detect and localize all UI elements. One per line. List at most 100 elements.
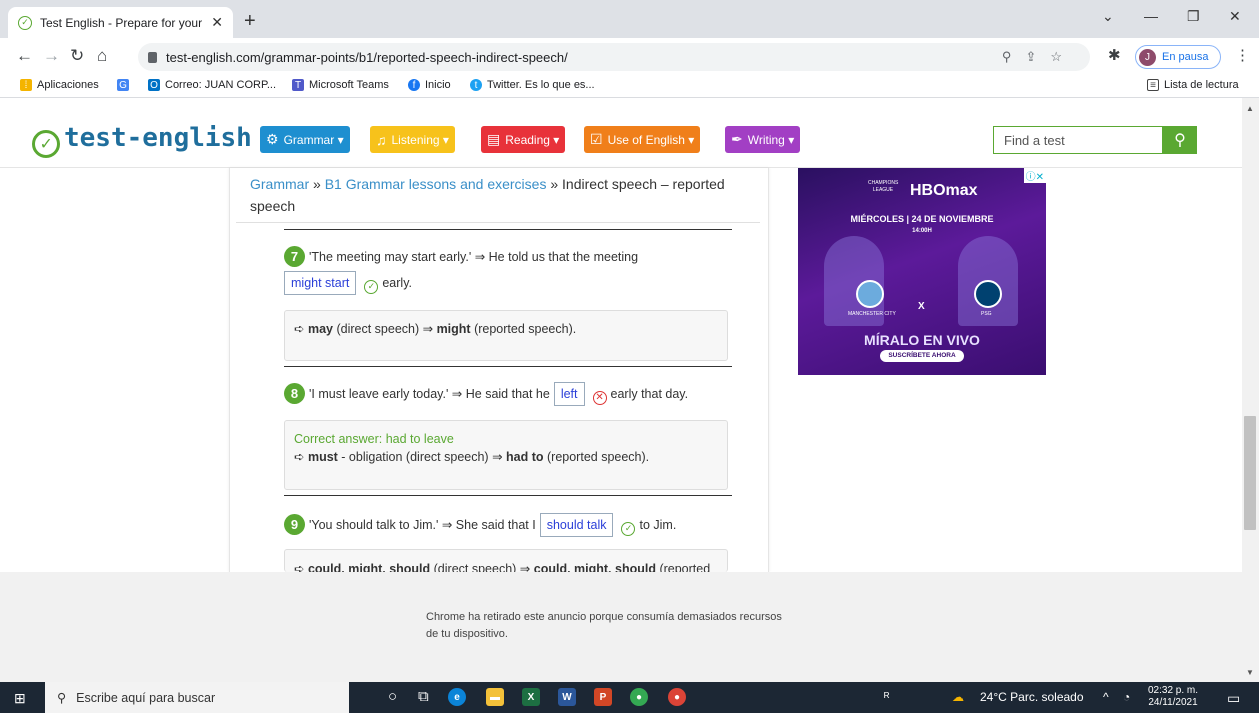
minimize-icon[interactable]: — [1144, 8, 1158, 24]
question-8: 8 'I must leave early today.' ⇒ He said t… [284, 381, 729, 407]
profile-button[interactable]: J En pausa [1135, 45, 1221, 69]
tab-close-icon[interactable]: ✕ [211, 14, 223, 31]
bookmark-apps[interactable]: ⁞ Aplicaciones [20, 79, 99, 91]
checkbox-icon: ☑ [590, 131, 603, 147]
question-text: 'I must leave early today.' ⇒ He said th… [309, 387, 550, 401]
scroll-down-icon[interactable]: ▼ [1246, 668, 1254, 677]
powerpoint-icon[interactable]: P [594, 688, 612, 706]
bookmark-outlook[interactable]: O Correo: JUAN CORP... [148, 79, 276, 91]
home-icon[interactable]: ⌂ [97, 46, 107, 66]
browser-tab[interactable]: ✓ Test English - Prepare for your En ✕ [8, 7, 233, 38]
gear-icon: ⚙ [266, 131, 279, 147]
breadcrumb-b1[interactable]: B1 Grammar lessons and exercises [325, 176, 547, 192]
menu-label: Grammar [283, 132, 335, 147]
search-input[interactable]: Find a test [993, 126, 1163, 154]
versus: X [918, 301, 925, 312]
question-text: 'The meeting may start early.' ⇒ He told… [309, 250, 639, 264]
bookmark-star-icon[interactable]: ☆ [1050, 49, 1076, 64]
menu-use-of-english[interactable]: ☑ Use of English ▾ [584, 126, 701, 153]
site-favicon-icon: ✓ [18, 15, 32, 30]
task-view-icon[interactable]: ⧉ [418, 688, 429, 705]
menu-grammar[interactable]: ⚙ Grammar ▾ [260, 126, 350, 153]
menu-reading[interactable]: ▤ Reading ▾ [481, 126, 566, 153]
answer-field[interactable]: might start [284, 271, 357, 295]
champions-league-logo: CHAMPIONS LEAGUE [868, 180, 899, 193]
ad-date: MIÉRCOLES | 24 DE NOVIEMBRE 14:00H [798, 214, 1046, 234]
reading-list-icon: ≡ [1147, 79, 1159, 91]
site-logo[interactable]: ✓ test-english [32, 123, 252, 158]
avatar: J [1139, 48, 1156, 66]
bookmark-teams[interactable]: T Microsoft Teams [292, 79, 389, 91]
windows-start-icon[interactable]: ⊞ [14, 690, 26, 707]
word-icon[interactable]: W [558, 688, 576, 706]
answer-field[interactable]: should talk [539, 513, 614, 537]
bookmark-google[interactable]: G [117, 79, 134, 91]
taskbar-search[interactable]: ⚲ Escribe aquí para buscar [45, 682, 349, 713]
menu-label: Reading [505, 132, 550, 147]
removed-ad-notice: Chrome ha retirado este anuncio porque c… [426, 611, 782, 640]
tab-title: Test English - Prepare for your En [40, 15, 206, 30]
zoom-icon[interactable]: ⚲ [1002, 49, 1026, 64]
edge-icon[interactable]: e [448, 688, 466, 706]
reload-icon[interactable]: ↻ [70, 46, 84, 66]
outlook-icon: O [148, 79, 160, 91]
breadcrumb-sep: » [546, 176, 563, 192]
address-bar[interactable]: test-english.com/grammar-points/b1/repor… [138, 43, 1090, 71]
bookmark-facebook[interactable]: f Inicio [408, 79, 451, 91]
explanation-box: Correct answer: had to leave ➪ must - ob… [284, 420, 728, 490]
notifications-icon[interactable]: ▭ [1227, 690, 1240, 707]
maximize-icon[interactable]: ❐ [1187, 8, 1200, 25]
file-explorer-icon[interactable]: ▬ [486, 688, 504, 706]
tray-chevron-icon[interactable]: ^ [1103, 690, 1109, 704]
scroll-up-icon[interactable]: ▲ [1246, 104, 1254, 113]
wifi-icon[interactable]: ◔ [1123, 690, 1130, 704]
facebook-icon: f [408, 79, 420, 91]
weather-text[interactable]: 24°C Parc. soleado [980, 690, 1084, 704]
breadcrumb-grammar[interactable]: Grammar [250, 176, 309, 192]
explanation-text: (reported [655, 562, 711, 572]
lock-icon [148, 51, 157, 63]
share-icon[interactable]: ⇪ [1025, 49, 1050, 64]
new-tab-button[interactable]: + [244, 10, 256, 33]
search-button[interactable]: ⚲ [1163, 126, 1197, 154]
bookmark-label: Correo: JUAN CORP... [165, 79, 277, 91]
question-9: 9 'You should talk to Jim.' ⇒ She said th… [284, 512, 729, 538]
pen-icon: ✒ [731, 131, 743, 147]
chrome-profile-icon[interactable]: ● [668, 688, 686, 706]
explanation-bold: must [307, 450, 338, 464]
menu-label: Use of English [607, 132, 685, 147]
close-window-icon[interactable]: ✕ [1229, 8, 1241, 25]
subscribe-button[interactable]: SUSCRÍBETE AHORA [880, 350, 964, 362]
bookmark-twitter[interactable]: t Twitter. Es lo que es... [470, 79, 595, 91]
ad-choices-icon[interactable]: ⓘ✕ [1023, 168, 1046, 183]
ad-cta: MÍRALO EN VIVO [864, 332, 980, 348]
back-icon[interactable]: ← [16, 46, 33, 66]
clock[interactable]: 02:32 p. m. 24/11/2021 [1148, 685, 1198, 709]
menu-listening[interactable]: ♫ Listening ▾ [370, 126, 455, 153]
tab-search-icon[interactable]: ⌄ [1102, 8, 1114, 25]
menu-writing[interactable]: ✒ Writing ▾ [725, 126, 801, 153]
incorrect-x-icon: ✕ [592, 391, 607, 405]
question-text: 'You should talk to Jim.' ⇒ She said tha… [309, 518, 536, 532]
headphones-icon: ♫ [376, 131, 387, 148]
question-text-end: early that day. [610, 387, 689, 401]
answer-field[interactable]: left [553, 382, 585, 406]
scrollbar[interactable] [1242, 98, 1259, 682]
chrome-icon[interactable]: ● [630, 688, 648, 706]
logo-text: test-english [64, 123, 252, 153]
menu-kebab-icon[interactable]: ⋮ [1235, 46, 1250, 64]
question-text-end: early. [382, 276, 412, 290]
team-left: MANCHESTER CITY [848, 311, 896, 317]
cortana-icon[interactable]: ○ [388, 688, 397, 705]
arrow-icon: ➪ [294, 322, 308, 336]
checkmark-logo-icon: ✓ [32, 130, 60, 158]
question-7: 7 'The meeting may start early.' ⇒ He tol… [284, 244, 729, 296]
scrollbar-thumb[interactable] [1244, 416, 1256, 530]
extensions-icon[interactable]: ✱ [1108, 46, 1121, 64]
hbo-max-ad[interactable]: ⓘ✕ CHAMPIONS LEAGUE HBOmax MIÉRCOLES | 2… [798, 168, 1046, 375]
excel-icon[interactable]: X [522, 688, 540, 706]
people-icon[interactable]: ᴿ [884, 690, 889, 704]
reading-list[interactable]: ≡ Lista de lectura [1147, 79, 1239, 91]
twitter-icon: t [470, 79, 482, 91]
forward-icon[interactable]: → [43, 46, 60, 66]
